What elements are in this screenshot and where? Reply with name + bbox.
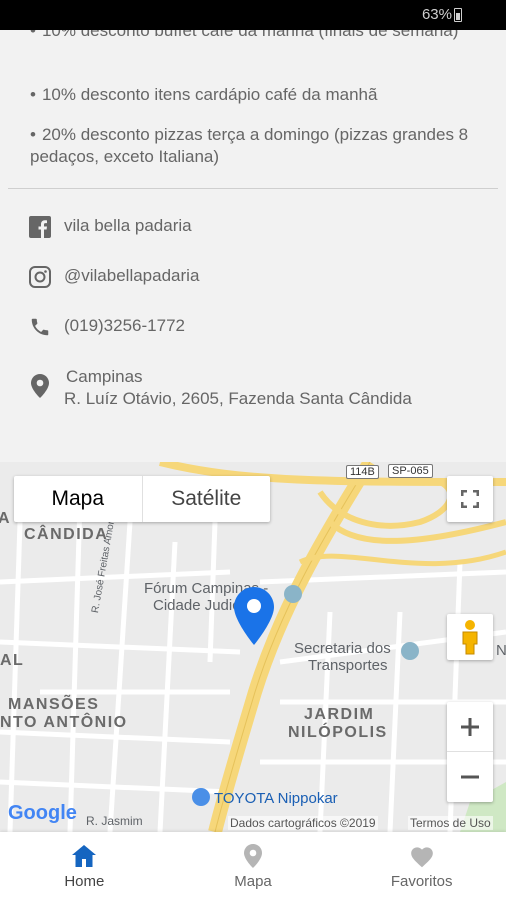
- zoom-out-button[interactable]: [447, 752, 493, 802]
- nav-home-label: Home: [64, 872, 105, 890]
- location-pin-icon: [240, 843, 266, 869]
- map-label-jasmim: R. Jasmim: [86, 814, 143, 828]
- promo-item: • 20% desconto pizzas terça a domingo (pi…: [30, 125, 469, 166]
- map-type-control: Mapa Satélite: [14, 476, 270, 522]
- nav-favorites-label: Favoritos: [390, 872, 453, 890]
- address-link[interactable]: Campinas R. Luíz Otávio, 2605, Fazenda S…: [28, 366, 412, 410]
- bottom-navigation: Home Mapa Favoritos: [0, 832, 506, 900]
- instagram-icon: [28, 265, 52, 289]
- location-pin-icon: [28, 374, 52, 398]
- battery-level: 63%: [421, 6, 452, 23]
- facebook-icon: [28, 215, 52, 239]
- map-label-a: A: [0, 510, 12, 527]
- minus-icon: [461, 775, 479, 779]
- phone-link[interactable]: (019)3256-1772: [28, 315, 185, 339]
- map-label-mansoes: MANSÕES: [8, 696, 100, 713]
- map-label-al: AL: [0, 652, 25, 669]
- street-view-button[interactable]: [447, 614, 493, 660]
- zoom-in-button[interactable]: [447, 702, 493, 752]
- pegman-icon: [462, 620, 478, 655]
- home-icon: [71, 843, 97, 869]
- status-bar: 63%: [0, 0, 506, 30]
- route-shield: 114B: [346, 465, 379, 479]
- fullscreen-icon: [461, 490, 479, 508]
- battery-icon: [454, 8, 462, 22]
- google-logo: Google: [8, 802, 77, 824]
- map-type-map-button[interactable]: Mapa: [14, 476, 143, 522]
- fullscreen-button[interactable]: [447, 476, 493, 522]
- phone-icon: [28, 315, 52, 339]
- instagram-link[interactable]: @vilabellapadaria: [28, 265, 199, 289]
- map-label-secretaria: Secretaria dos: [294, 640, 391, 657]
- plus-icon: [461, 717, 479, 736]
- zoom-control: [447, 702, 493, 802]
- facebook-label: vila bella padaria: [64, 216, 192, 235]
- map-label-secretaria2: Transportes: [308, 657, 388, 674]
- nav-map[interactable]: Mapa: [169, 832, 338, 900]
- map-label-toyota: TOYOTA Nippokar: [214, 790, 338, 807]
- map-label-nilopolis: NILÓPOLIS: [288, 724, 388, 741]
- map-copyright: Dados cartográficos ©2019: [228, 816, 378, 830]
- promo-item: • 10% desconto itens cardápio café da man…: [30, 85, 378, 104]
- address-street: R. Luíz Otávio, 2605, Fazenda Santa Când…: [64, 389, 412, 408]
- phone-label: (019)3256-1772: [64, 316, 185, 335]
- map-label-santo-antonio: NTO ANTÔNIO: [0, 714, 128, 731]
- map-label-jardim: JARDIM: [304, 706, 375, 723]
- route-shield: SP-065: [388, 464, 433, 478]
- nav-home[interactable]: Home: [0, 832, 169, 900]
- map-pin-icon[interactable]: [234, 587, 274, 650]
- address-city: Campinas: [66, 367, 143, 386]
- facebook-link[interactable]: vila bella padaria: [28, 215, 192, 239]
- map-terms-link[interactable]: Termos de Uso: [408, 816, 493, 830]
- map-label-candida: CÂNDIDA: [24, 526, 109, 543]
- map-type-satellite-button[interactable]: Satélite: [143, 476, 271, 522]
- content-area: • 10% desconto buffet café da manhã (fina…: [0, 0, 506, 462]
- divider: [8, 188, 498, 189]
- instagram-label: @vilabellapadaria: [64, 266, 200, 285]
- nav-favorites[interactable]: Favoritos: [337, 832, 506, 900]
- nav-map-label: Mapa: [234, 872, 272, 890]
- map-label-n: N: [496, 642, 506, 659]
- heart-icon: [409, 843, 435, 869]
